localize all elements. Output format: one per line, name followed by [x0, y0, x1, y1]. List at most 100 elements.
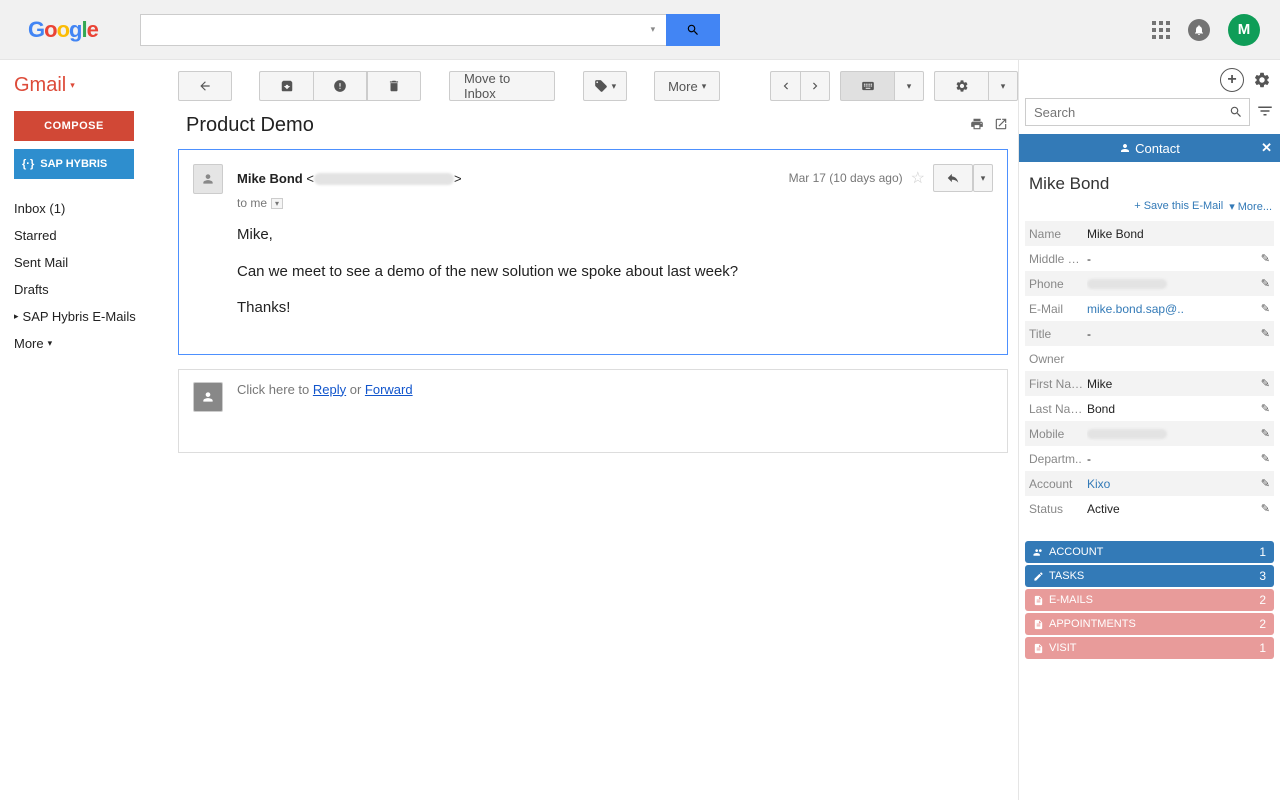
hybris-label: SAP HYBRIS — [40, 158, 107, 170]
keyboard-dropdown[interactable]: ▾ — [894, 71, 924, 101]
more-link[interactable]: ▾ More... — [1229, 200, 1272, 213]
contact-field-row: NameMike Bond — [1025, 221, 1274, 246]
field-value: Bond — [1087, 402, 1261, 416]
add-button[interactable]: + — [1220, 68, 1244, 92]
panel-settings-icon[interactable] — [1250, 68, 1274, 92]
reply-link[interactable]: Reply — [313, 382, 346, 397]
field-label: Name — [1029, 227, 1087, 241]
field-label: Account — [1029, 477, 1087, 491]
save-email-link[interactable]: + Save this E-Mail — [1134, 200, 1223, 213]
field-label: Middle … — [1029, 252, 1087, 266]
related-item[interactable]: ACCOUNT1 — [1025, 541, 1274, 563]
field-label: Last Na… — [1029, 402, 1087, 416]
field-label: Departm.. — [1029, 452, 1087, 466]
move-to-inbox-button[interactable]: Move to Inbox — [449, 71, 555, 101]
notifications-icon[interactable] — [1188, 19, 1210, 41]
panel-search-input[interactable] — [1026, 99, 1223, 125]
to-line: to me — [237, 196, 267, 210]
sap-hybris-button[interactable]: {·} SAP HYBRIS — [14, 149, 134, 179]
sidebar-item[interactable]: Drafts — [14, 276, 168, 303]
reply-dropdown[interactable]: ▾ — [973, 164, 993, 192]
email-body: Mike, Can we meet to see a demo of the n… — [237, 224, 993, 320]
related-item[interactable]: VISIT1 — [1025, 637, 1274, 659]
search-input[interactable] — [140, 14, 640, 46]
field-value: - — [1087, 452, 1261, 466]
edit-icon[interactable]: ✎ — [1261, 377, 1270, 390]
email-message: Mike Bond <> Mar 17 (10 days ago) ☆ ▾ to… — [178, 149, 1008, 355]
field-value[interactable]: Kixo — [1087, 477, 1261, 491]
search-button[interactable] — [666, 14, 720, 46]
spam-button[interactable] — [313, 71, 367, 101]
newer-button[interactable] — [770, 71, 800, 101]
compose-button[interactable]: COMPOSE — [14, 111, 134, 141]
mail-toolbar: Move to Inbox ▾ More ▾ ▾ ▾ — [178, 60, 1018, 112]
reply-button[interactable] — [933, 164, 973, 192]
forward-link[interactable]: Forward — [365, 382, 413, 397]
sidebar-item[interactable]: Sent Mail — [14, 249, 168, 276]
settings-dropdown[interactable]: ▾ — [988, 71, 1018, 101]
panel-search-icon[interactable] — [1223, 99, 1249, 125]
edit-icon[interactable]: ✎ — [1261, 427, 1270, 440]
google-logo[interactable]: Google — [28, 17, 98, 43]
contact-field-row: Owner — [1025, 346, 1274, 371]
keyboard-button[interactable] — [840, 71, 894, 101]
more-button[interactable]: More ▾ — [654, 71, 720, 101]
field-value[interactable]: mike.bond.sap@.. — [1087, 302, 1261, 316]
field-label: Title — [1029, 327, 1087, 341]
field-value: Mike Bond — [1087, 227, 1270, 241]
print-icon[interactable] — [970, 114, 984, 137]
contact-field-row: Middle …-✎ — [1025, 246, 1274, 271]
field-label: Phone — [1029, 277, 1087, 291]
details-dropdown[interactable]: ▾ — [271, 198, 283, 209]
edit-icon[interactable]: ✎ — [1261, 252, 1270, 265]
filter-icon[interactable] — [1256, 102, 1274, 123]
field-label: Owner — [1029, 352, 1087, 366]
back-button[interactable] — [178, 71, 232, 101]
sidebar-item[interactable]: Inbox (1) — [14, 195, 168, 222]
redacted-email — [314, 173, 454, 185]
edit-icon[interactable]: ✎ — [1261, 302, 1270, 315]
edit-icon[interactable]: ✎ — [1261, 277, 1270, 290]
older-button[interactable] — [800, 71, 830, 101]
contact-field-row: First Na…Mike✎ — [1025, 371, 1274, 396]
related-item[interactable]: APPOINTMENTS2 — [1025, 613, 1274, 635]
close-icon[interactable]: ✕ — [1261, 140, 1272, 156]
contact-field-row: AccountKixo✎ — [1025, 471, 1274, 496]
user-reply-avatar — [193, 382, 223, 412]
edit-icon[interactable]: ✎ — [1261, 327, 1270, 340]
field-label: Mobile — [1029, 427, 1087, 441]
field-value: Mike — [1087, 377, 1261, 391]
search-options-dropdown[interactable]: ▾ — [640, 14, 666, 46]
field-value — [1087, 427, 1261, 441]
contact-field-row: Phone ✎ — [1025, 271, 1274, 296]
contact-header: Contact ✕ — [1019, 134, 1280, 162]
contact-field-row: E-Mailmike.bond.sap@..✎ — [1025, 296, 1274, 321]
apps-icon[interactable] — [1152, 21, 1170, 39]
left-sidebar: Gmail ▾ COMPOSE {·} SAP HYBRIS Inbox (1)… — [0, 60, 178, 800]
user-avatar[interactable]: M — [1228, 14, 1260, 46]
sidebar-item[interactable]: Starred — [14, 222, 168, 249]
related-item[interactable]: E-MAILS2 — [1025, 589, 1274, 611]
archive-button[interactable] — [259, 71, 313, 101]
edit-icon[interactable]: ✎ — [1261, 452, 1270, 465]
field-label: First Na… — [1029, 377, 1087, 391]
related-item[interactable]: TASKS3 — [1025, 565, 1274, 587]
settings-button[interactable] — [934, 71, 988, 101]
label-button[interactable]: ▾ — [583, 71, 627, 101]
edit-icon[interactable]: ✎ — [1261, 402, 1270, 415]
mail-content: Move to Inbox ▾ More ▾ ▾ ▾ — [178, 60, 1018, 800]
gmail-dropdown[interactable]: Gmail ▾ — [14, 74, 168, 97]
reply-placeholder: Click here to Reply or Forward — [237, 382, 413, 412]
edit-icon[interactable]: ✎ — [1261, 477, 1270, 490]
reply-box[interactable]: Click here to Reply or Forward — [178, 369, 1008, 453]
sender-avatar — [193, 164, 223, 194]
popout-icon[interactable] — [994, 114, 1008, 137]
edit-icon[interactable]: ✎ — [1261, 502, 1270, 515]
contact-field-row: Mobile ✎ — [1025, 421, 1274, 446]
star-icon[interactable]: ☆ — [911, 168, 925, 188]
contact-field-row: Title-✎ — [1025, 321, 1274, 346]
sender-info: Mike Bond <> — [237, 171, 462, 186]
sidebar-item[interactable]: ▸ SAP Hybris E-Mails — [14, 303, 168, 330]
delete-button[interactable] — [367, 71, 421, 101]
sidebar-item[interactable]: More ▾ — [14, 330, 168, 357]
